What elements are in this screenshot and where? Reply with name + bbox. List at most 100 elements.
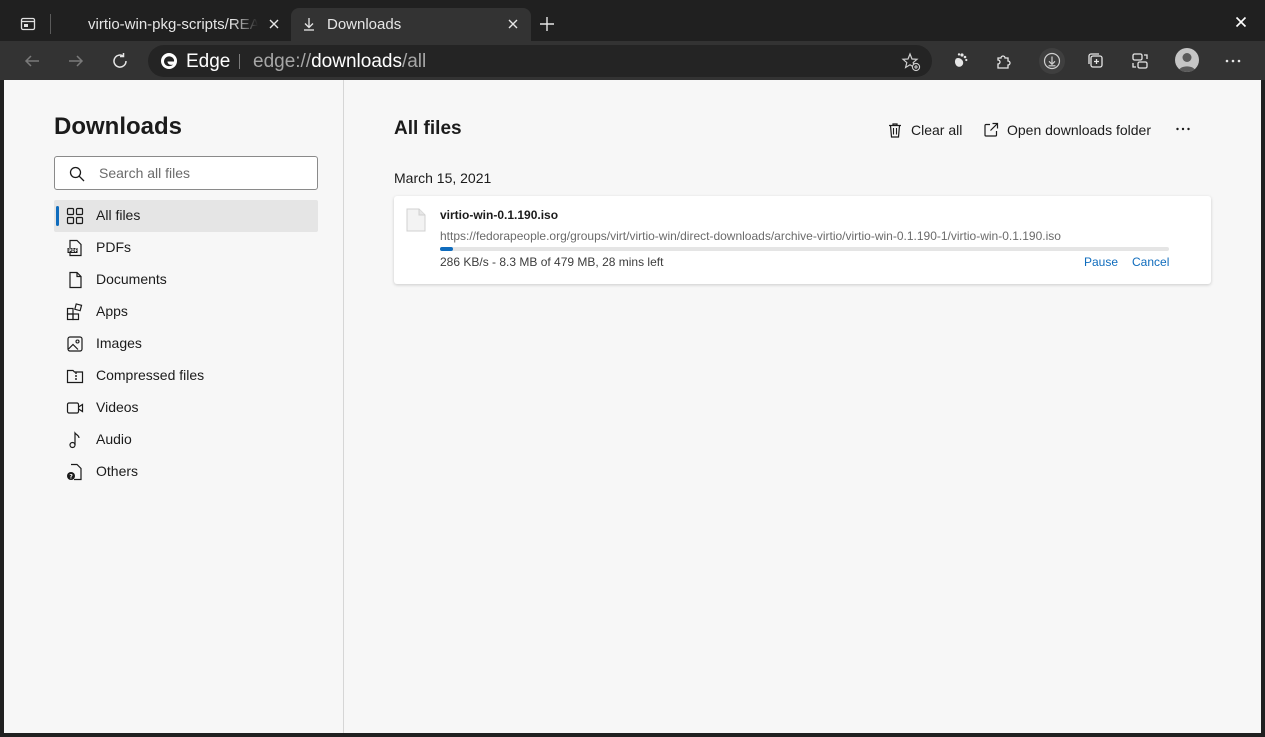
sidebar-item-all-files[interactable]: All files (54, 200, 318, 232)
sidebar-item-label: Documents (96, 271, 167, 287)
sidebar-item-images[interactable]: Images (54, 328, 318, 360)
url-scheme: edge:// (253, 51, 312, 72)
tab-title: Downloads (327, 16, 402, 33)
sidebar-item-others[interactable]: ? Others (54, 456, 318, 488)
tab-separator (50, 14, 51, 34)
arrow-left-icon (24, 55, 39, 67)
browser-toolbar: Edge edge://downloads/all (0, 41, 1265, 80)
audio-icon (66, 431, 84, 449)
url-text: edge://downloads/all (253, 51, 426, 73)
page-title: All files (394, 118, 462, 139)
download-item-card[interactable]: virtio-win-0.1.190.iso https://fedorapeo… (394, 196, 1211, 284)
edge-brand-label: Edge (186, 51, 231, 72)
download-icon (301, 16, 317, 32)
open-downloads-folder-label: Open downloads folder (1007, 122, 1151, 138)
search-icon (69, 166, 85, 182)
window-close-button[interactable] (1231, 12, 1251, 32)
sidebar-item-apps[interactable]: Apps (54, 296, 318, 328)
settings-more-button[interactable] (1220, 48, 1246, 74)
image-icon (66, 335, 84, 353)
sidebar-item-label: Others (96, 463, 139, 479)
collections-button[interactable] (1083, 48, 1109, 74)
clear-all-label: Clear all (911, 122, 963, 138)
downloads-button[interactable] (1039, 48, 1065, 74)
close-icon (508, 19, 518, 29)
profile-avatar[interactable] (1175, 48, 1199, 72)
tab-actions-icon (20, 17, 36, 31)
new-tab-button[interactable] (536, 13, 558, 35)
back-button[interactable] (19, 48, 45, 74)
date-group-heading: March 15, 2021 (394, 170, 492, 186)
pause-button[interactable]: Pause (1084, 255, 1118, 269)
refresh-button[interactable] (107, 48, 133, 74)
sidebar-item-label: Images (96, 335, 142, 351)
download-status-text: 286 KB/s - 8.3 MB of 479 MB, 28 mins lef… (440, 255, 664, 269)
sidebar-item-label: All files (96, 207, 141, 223)
browser-window: virtio-win-pkg-scripts/README.md at mast… (0, 0, 1265, 737)
sidebar-item-documents[interactable]: Documents (54, 264, 318, 296)
grid-icon (66, 207, 84, 225)
video-icon (66, 399, 84, 417)
add-favorite-button[interactable] (900, 51, 922, 73)
pdf-icon: PDF (66, 239, 84, 257)
collections-icon (1088, 53, 1103, 68)
gnome-foot-icon (954, 53, 968, 67)
sidebar-item-videos[interactable]: Videos (54, 392, 318, 424)
document-icon (66, 271, 84, 289)
search-input[interactable] (99, 163, 309, 183)
clear-all-button[interactable]: Clear all (887, 120, 962, 140)
cancel-button[interactable]: Cancel (1132, 255, 1169, 269)
sidebar-item-label: Audio (96, 431, 132, 447)
puzzle-icon (997, 55, 1011, 69)
download-progress-bar (440, 247, 1169, 251)
address-bar[interactable]: Edge edge://downloads/all (148, 45, 932, 77)
others-icon: ? (66, 463, 84, 481)
search-box[interactable] (54, 156, 318, 190)
people-icon (1132, 53, 1148, 69)
sidebar-item-audio[interactable]: Audio (54, 424, 318, 456)
close-icon (269, 19, 279, 29)
download-source-url: https://fedorapeople.org/groups/virt/vir… (440, 229, 1061, 243)
sidebar-item-pdfs[interactable]: PDF PDFs (54, 232, 318, 264)
open-downloads-folder-button[interactable]: Open downloads folder (983, 120, 1151, 140)
file-icon (406, 208, 426, 232)
tab-actions-button[interactable] (18, 14, 38, 34)
forward-button[interactable] (63, 48, 89, 74)
svg-text:PDF: PDF (68, 248, 77, 253)
tab-github-readme[interactable]: virtio-win-pkg-scripts/README.md at mast… (56, 8, 288, 41)
address-separator (239, 54, 240, 69)
extensions-button[interactable] (991, 48, 1017, 74)
extension-gnome-button[interactable] (947, 48, 973, 74)
url-host: downloads (311, 51, 402, 72)
arrow-right-icon (69, 55, 84, 67)
selection-indicator (56, 206, 59, 226)
sidebar-item-label: Videos (96, 399, 139, 415)
sidebar-item-label: PDFs (96, 239, 131, 255)
archive-icon (66, 367, 84, 385)
close-icon (1235, 16, 1247, 28)
tab-bar: virtio-win-pkg-scripts/README.md at mast… (0, 0, 1265, 41)
sidebar-title: Downloads (54, 113, 183, 140)
tab-close-button[interactable] (505, 16, 521, 32)
apps-icon (66, 303, 84, 321)
sidebar-item-label: Apps (96, 303, 128, 319)
star-add-icon (901, 52, 921, 72)
svg-text:?: ? (69, 473, 73, 480)
edge-logo-icon (161, 53, 177, 69)
url-path: /all (401, 51, 427, 72)
person-icon (1178, 53, 1196, 72)
tab-close-button[interactable] (266, 16, 282, 32)
more-horizontal-icon (1176, 127, 1190, 131)
more-options-button[interactable] (1172, 118, 1194, 140)
profile-switch-button[interactable] (1127, 48, 1153, 74)
more-horizontal-icon (1225, 59, 1241, 63)
downloads-sidebar: Downloads All files PDF PDFs Documents (4, 80, 344, 733)
trash-icon (887, 122, 903, 138)
download-progress-fill (440, 247, 453, 251)
tab-downloads[interactable]: Downloads (291, 8, 531, 41)
download-file-name[interactable]: virtio-win-0.1.190.iso (440, 208, 558, 222)
sidebar-item-label: Compressed files (96, 367, 205, 383)
refresh-icon (113, 53, 127, 68)
sidebar-item-compressed-files[interactable]: Compressed files (54, 360, 318, 392)
tab-title: virtio-win-pkg-scripts/README.md at mast… (88, 16, 258, 33)
